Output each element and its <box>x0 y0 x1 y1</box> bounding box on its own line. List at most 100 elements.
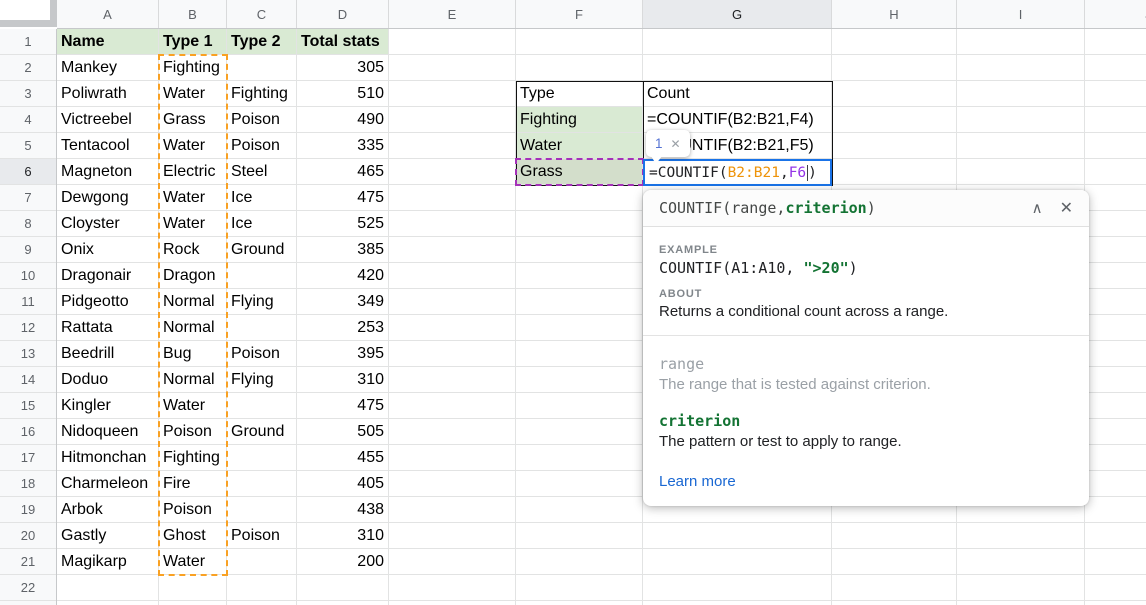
cell-F9[interactable] <box>516 237 643 263</box>
cell-I20[interactable] <box>957 523 1085 549</box>
preview-close-icon[interactable]: ✕ <box>671 138 681 150</box>
cell-G22[interactable] <box>643 575 832 601</box>
row-header-11[interactable]: 11 <box>0 289 56 315</box>
cell-J3[interactable] <box>1085 81 1146 107</box>
cell-H4[interactable] <box>832 107 957 133</box>
cell-D4[interactable]: 490 <box>297 107 389 133</box>
row-header-18[interactable]: 18 <box>0 471 56 497</box>
cell-B19[interactable]: Poison <box>159 497 227 523</box>
cell-J20[interactable] <box>1085 523 1146 549</box>
cell-A6[interactable]: Magneton <box>57 159 159 185</box>
cell-C13[interactable]: Poison <box>227 341 297 367</box>
cell-B10[interactable]: Dragon <box>159 263 227 289</box>
cell-J13[interactable] <box>1085 341 1146 367</box>
cell-I2[interactable] <box>957 55 1085 81</box>
col-header-J[interactable]: J <box>1085 0 1146 28</box>
cell-E7[interactable] <box>389 185 516 211</box>
row-header-6[interactable]: 6 <box>0 159 56 185</box>
cell-C2[interactable] <box>227 55 297 81</box>
row-header-15[interactable]: 15 <box>0 393 56 419</box>
cell-E19[interactable] <box>389 497 516 523</box>
cell-B22[interactable] <box>159 575 227 601</box>
cell-H5[interactable] <box>832 133 957 159</box>
row-header-21[interactable]: 21 <box>0 549 56 575</box>
cell-C16[interactable]: Ground <box>227 419 297 445</box>
cell-A18[interactable]: Charmeleon <box>57 471 159 497</box>
cell-F14[interactable] <box>516 367 643 393</box>
cell-G23[interactable] <box>643 601 832 605</box>
cell-I21[interactable] <box>957 549 1085 575</box>
cell-I5[interactable] <box>957 133 1085 159</box>
cell-F4[interactable]: Fighting <box>516 107 643 133</box>
cell-B11[interactable]: Normal <box>159 289 227 315</box>
cell-J7[interactable] <box>1085 185 1146 211</box>
cell-A7[interactable]: Dewgong <box>57 185 159 211</box>
cell-E20[interactable] <box>389 523 516 549</box>
cell-D13[interactable]: 395 <box>297 341 389 367</box>
row-header-8[interactable]: 8 <box>0 211 56 237</box>
cell-J9[interactable] <box>1085 237 1146 263</box>
row-header-19[interactable]: 19 <box>0 497 56 523</box>
row-header-16[interactable]: 16 <box>0 419 56 445</box>
cell-E16[interactable] <box>389 419 516 445</box>
cell-D17[interactable]: 455 <box>297 445 389 471</box>
cell-C5[interactable]: Poison <box>227 133 297 159</box>
cell-J22[interactable] <box>1085 575 1146 601</box>
row-header-22[interactable]: 22 <box>0 575 56 601</box>
cell-C11[interactable]: Flying <box>227 289 297 315</box>
cell-A12[interactable]: Rattata <box>57 315 159 341</box>
cell-E10[interactable] <box>389 263 516 289</box>
row-header-9[interactable]: 9 <box>0 237 56 263</box>
cell-A5[interactable]: Tentacool <box>57 133 159 159</box>
cell-D11[interactable]: 349 <box>297 289 389 315</box>
cell-F3[interactable]: Type <box>516 81 643 107</box>
cell-B14[interactable]: Normal <box>159 367 227 393</box>
row-header-20[interactable]: 20 <box>0 523 56 549</box>
cell-J5[interactable] <box>1085 133 1146 159</box>
cell-A22[interactable] <box>57 575 159 601</box>
cell-A1[interactable]: Name <box>57 29 159 55</box>
cell-B23[interactable] <box>159 601 227 605</box>
cell-E8[interactable] <box>389 211 516 237</box>
cell-J10[interactable] <box>1085 263 1146 289</box>
cell-E21[interactable] <box>389 549 516 575</box>
cell-D3[interactable]: 510 <box>297 81 389 107</box>
cell-C7[interactable]: Ice <box>227 185 297 211</box>
cell-F7[interactable] <box>516 185 643 211</box>
cell-D9[interactable]: 385 <box>297 237 389 263</box>
cell-C10[interactable] <box>227 263 297 289</box>
cell-C14[interactable]: Flying <box>227 367 297 393</box>
cell-E1[interactable] <box>389 29 516 55</box>
cell-H1[interactable] <box>832 29 957 55</box>
cell-F5[interactable]: Water <box>516 133 643 159</box>
cell-A14[interactable]: Doduo <box>57 367 159 393</box>
col-header-A[interactable]: A <box>57 0 159 28</box>
cell-F2[interactable] <box>516 55 643 81</box>
cell-D6[interactable]: 465 <box>297 159 389 185</box>
cell-C18[interactable] <box>227 471 297 497</box>
cell-D7[interactable]: 475 <box>297 185 389 211</box>
cell-E23[interactable] <box>389 601 516 605</box>
cell-E3[interactable] <box>389 81 516 107</box>
cell-J1[interactable] <box>1085 29 1146 55</box>
cell-C9[interactable]: Ground <box>227 237 297 263</box>
cell-D10[interactable]: 420 <box>297 263 389 289</box>
cell-F15[interactable] <box>516 393 643 419</box>
cell-J11[interactable] <box>1085 289 1146 315</box>
cell-J16[interactable] <box>1085 419 1146 445</box>
cell-D22[interactable] <box>297 575 389 601</box>
formula-edit-cell[interactable]: =COUNTIF(B2:B21,F6) <box>643 159 832 186</box>
cell-E17[interactable] <box>389 445 516 471</box>
col-header-D[interactable]: D <box>297 0 389 28</box>
col-header-B[interactable]: B <box>159 0 227 28</box>
cell-A19[interactable]: Arbok <box>57 497 159 523</box>
cell-D23[interactable] <box>297 601 389 605</box>
cell-F13[interactable] <box>516 341 643 367</box>
cell-H23[interactable] <box>832 601 957 605</box>
cell-A2[interactable]: Mankey <box>57 55 159 81</box>
close-icon[interactable]: ✕ <box>1060 200 1073 216</box>
cell-D21[interactable]: 200 <box>297 549 389 575</box>
cell-A13[interactable]: Beedrill <box>57 341 159 367</box>
cell-B18[interactable]: Fire <box>159 471 227 497</box>
cell-F1[interactable] <box>516 29 643 55</box>
